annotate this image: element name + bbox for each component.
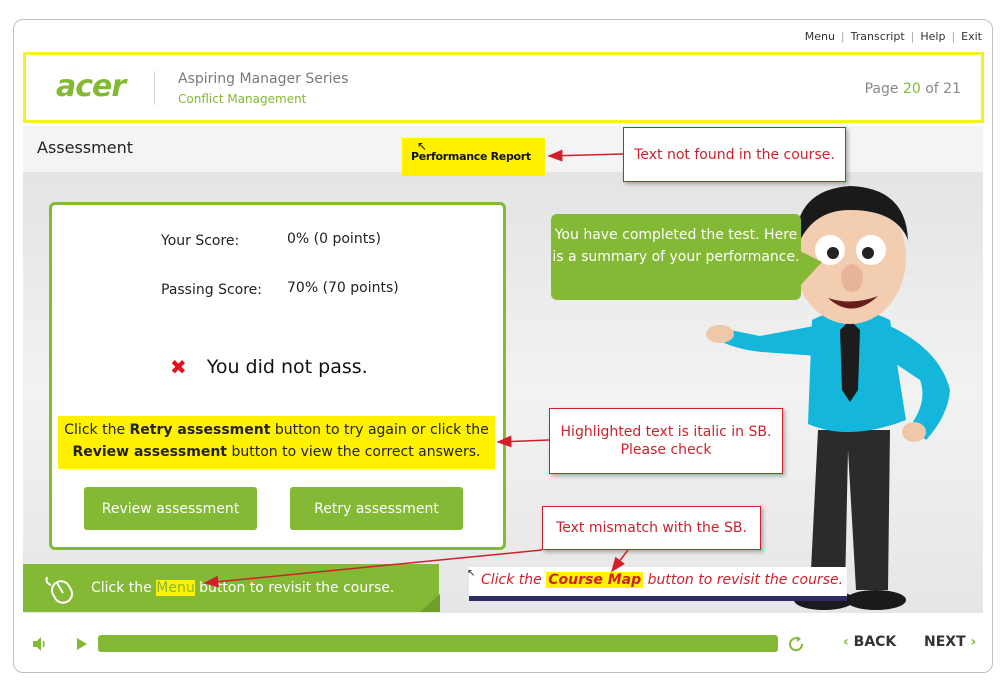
series-title: Aspiring Manager Series <box>178 71 349 87</box>
review-note-text-not-found: Text not found in the course. <box>623 127 846 182</box>
note-line: Please check <box>620 442 712 458</box>
separator: | <box>840 30 845 43</box>
review-assessment-button[interactable]: Review assessment <box>84 487 257 530</box>
review-note-mismatch: Text mismatch with the SB. <box>542 506 761 550</box>
next-button[interactable]: NEXT › <box>924 634 976 650</box>
chevron-left-icon: ‹ <box>843 634 849 650</box>
pointer-cursor-icon: ↖ <box>417 139 428 153</box>
hint-suffix: button to revisit the course. <box>194 580 395 596</box>
menu-link[interactable]: Menu <box>805 30 835 43</box>
note-line: Highlighted text is italic in SB. <box>560 424 772 440</box>
result-message: You did not pass. <box>206 356 368 378</box>
your-score-value: 0% (0 points) <box>287 231 381 247</box>
result-row: ✖ You did not pass. <box>170 355 368 379</box>
sb-course-map: Course Map <box>546 572 644 588</box>
progress-bar[interactable] <box>98 635 778 652</box>
instruction-part: button to try again or click the <box>270 422 489 438</box>
footer-hint-bar: Click the Menu button to revisit the cou… <box>23 564 439 612</box>
score-panel: Your Score: 0% (0 points) Passing Score:… <box>49 202 506 550</box>
speech-bubble: You have completed the test. Here is a s… <box>551 214 801 300</box>
instruction-review: Review assessment <box>72 444 228 460</box>
chevron-right-icon: › <box>970 634 977 650</box>
review-note-italic: Highlighted text is italic in SB. Please… <box>549 408 783 474</box>
acer-logo: acer <box>56 69 126 104</box>
your-score-label: Your Score: <box>161 233 240 249</box>
next-label: NEXT <box>924 634 966 650</box>
instruction-part: button to view the correct answers. <box>227 444 481 460</box>
sb-suffix: button to revisit the course. <box>643 572 844 588</box>
retry-assessment-button[interactable]: Retry assessment <box>290 487 463 530</box>
footer-hint-text: Click the Menu button to revisit the cou… <box>91 580 394 596</box>
page-title: Assessment <box>37 138 133 157</box>
footer-notch <box>420 594 440 612</box>
speech-bubble-tail <box>798 250 822 288</box>
page-of: of <box>925 81 939 97</box>
page-indicator: Page 20 of 21 <box>865 81 961 97</box>
hint-menu-word: Menu <box>156 580 195 596</box>
storyboard-text-strip: Click the Course Map button to revisit t… <box>469 567 847 601</box>
logo-divider <box>154 71 155 105</box>
volume-icon[interactable] <box>31 636 49 652</box>
back-label: BACK <box>853 634 897 650</box>
instruction-text: Click the Retry assessment button to try… <box>58 416 495 469</box>
page-prefix: Page <box>864 81 899 97</box>
separator: | <box>910 30 915 43</box>
instruction-part: Click the <box>64 422 130 438</box>
separator: | <box>951 30 956 43</box>
back-button[interactable]: ‹ BACK <box>843 634 896 650</box>
mouse-icon <box>45 576 73 604</box>
cursor-icon: ↖ <box>467 568 476 579</box>
course-title: Conflict Management <box>178 92 307 106</box>
transcript-link[interactable]: Transcript <box>851 30 905 43</box>
passing-score-label: Passing Score: <box>161 282 263 298</box>
close-x-icon: ✖ <box>170 355 187 379</box>
instruction-retry: Retry assessment <box>129 422 271 438</box>
top-navigation: Menu | Transcript | Help | Exit <box>805 30 982 43</box>
page-total: 21 <box>943 81 961 97</box>
replay-icon[interactable] <box>787 635 805 653</box>
sb-prefix: Click the <box>481 572 547 588</box>
course-header: acer Aspiring Manager Series Conflict Ma… <box>23 52 984 123</box>
page-current: 20 <box>902 81 921 97</box>
play-icon[interactable] <box>75 637 89 651</box>
passing-score-value: 70% (70 points) <box>287 280 399 296</box>
hint-prefix: Click the <box>91 580 157 596</box>
exit-link[interactable]: Exit <box>961 30 982 43</box>
player-controls: ‹ BACK NEXT › <box>23 628 983 660</box>
help-link[interactable]: Help <box>920 30 945 43</box>
